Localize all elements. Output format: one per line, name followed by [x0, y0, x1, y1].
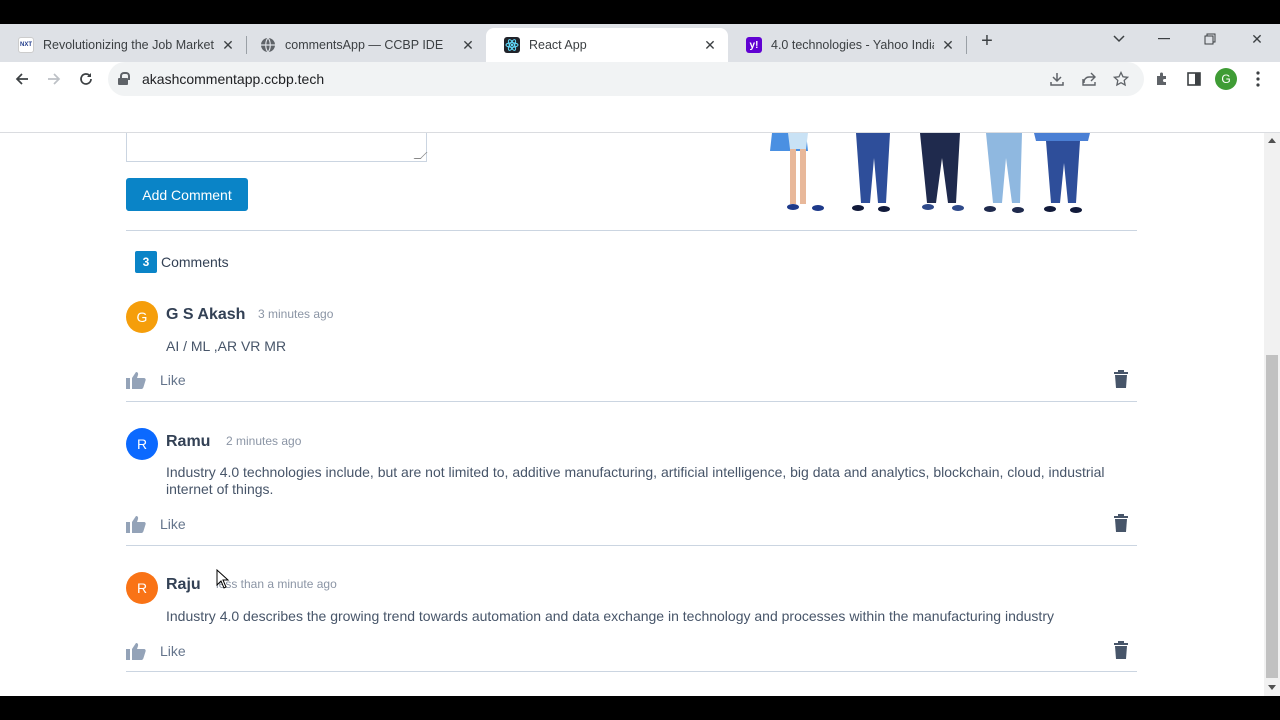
- comment-text: Industry 4.0 technologies include, but a…: [166, 464, 1105, 497]
- scroll-down-arrow-icon[interactable]: [1268, 685, 1276, 690]
- delete-icon[interactable]: [1113, 370, 1129, 388]
- resize-grip-icon[interactable]: [413, 152, 428, 159]
- scrollbar-thumb[interactable]: [1266, 355, 1278, 678]
- tab-search-chevron-icon[interactable]: [1108, 28, 1130, 50]
- comments-label: Comments: [161, 254, 229, 270]
- like-label: Like: [160, 516, 186, 532]
- share-icon[interactable]: [1078, 68, 1100, 90]
- window-close-icon[interactable]: ✕: [1246, 28, 1268, 50]
- globe-icon: [260, 37, 276, 53]
- delete-icon[interactable]: [1113, 641, 1129, 659]
- address-bar[interactable]: akashcommentapp.ccbp.tech: [108, 62, 1144, 96]
- new-tab-button[interactable]: +: [976, 30, 998, 52]
- tab-strip: NXT Revolutionizing the Job Market | ✕ c…: [0, 24, 1280, 62]
- comment-time: less than a minute ago: [216, 577, 337, 591]
- tab-react-app[interactable]: React App ✕: [486, 28, 728, 62]
- close-icon[interactable]: ✕: [940, 37, 956, 53]
- tab-title: React App: [529, 38, 587, 52]
- close-icon[interactable]: ✕: [460, 37, 476, 53]
- vertical-scrollbar[interactable]: [1264, 133, 1280, 696]
- like-label: Like: [160, 643, 186, 659]
- section-divider: [126, 230, 1137, 231]
- like-button[interactable]: Like: [126, 642, 186, 660]
- tab-title: commentsApp — CCBP IDE: [285, 38, 444, 52]
- url-text: akashcommentapp.ccbp.tech: [142, 71, 325, 87]
- comment-avatar: G: [126, 301, 158, 333]
- like-button[interactable]: Like: [126, 371, 186, 389]
- restore-icon[interactable]: [1199, 28, 1221, 50]
- add-comment-button[interactable]: Add Comment: [126, 178, 248, 211]
- like-label: Like: [160, 372, 186, 388]
- scroll-up-arrow-icon[interactable]: [1268, 138, 1276, 143]
- comment-textarea[interactable]: [126, 133, 428, 162]
- minimize-icon[interactable]: [1153, 28, 1175, 50]
- comment-divider: [126, 401, 1137, 402]
- extensions-icon[interactable]: [1150, 67, 1174, 91]
- screen-bottom-bar: [0, 696, 1280, 720]
- react-icon: [504, 37, 520, 53]
- people-illustration: [770, 133, 1090, 213]
- thumbs-up-icon: [126, 516, 146, 533]
- comment-time: 2 minutes ago: [226, 434, 302, 448]
- comment-avatar: R: [126, 572, 158, 604]
- page-viewport: Add Comment 3 Comments G G S Akash 3 min…: [0, 133, 1264, 696]
- tab-title: Revolutionizing the Job Market |: [43, 38, 214, 52]
- forward-arrow-icon[interactable]: [42, 67, 66, 91]
- comments-count-badge: 3: [135, 251, 157, 273]
- thumbs-up-icon: [126, 643, 146, 660]
- tab-comments-app[interactable]: commentsApp — CCBP IDE ✕: [242, 28, 486, 62]
- comment-text: Industry 4.0 describes the growing trend…: [166, 608, 1054, 624]
- comment-author: Ramu: [166, 433, 211, 450]
- delete-icon[interactable]: [1113, 514, 1129, 532]
- side-panel-icon[interactable]: [1182, 67, 1206, 91]
- close-icon[interactable]: ✕: [220, 37, 236, 53]
- thumbs-up-icon: [126, 372, 146, 389]
- comment-divider: [126, 671, 1137, 672]
- mouse-cursor-icon: [216, 569, 230, 589]
- screen-top-bar: [0, 0, 1280, 24]
- star-icon[interactable]: [1110, 68, 1132, 90]
- comment-text: AI / ML ,AR VR MR: [166, 338, 287, 354]
- menu-kebab-icon[interactable]: [1246, 67, 1270, 91]
- nxtwave-icon: NXT: [18, 37, 34, 53]
- back-arrow-icon[interactable]: [10, 67, 34, 91]
- comment-avatar: R: [126, 428, 158, 460]
- install-icon[interactable]: [1046, 68, 1068, 90]
- comment-author: G S Akash: [166, 306, 246, 323]
- tab-separator: [966, 36, 967, 54]
- comment-author: Raju: [166, 576, 201, 593]
- profile-avatar[interactable]: G: [1215, 68, 1237, 90]
- lock-icon[interactable]: [118, 72, 130, 86]
- bookmarks-area: [0, 96, 1280, 133]
- close-icon[interactable]: ✕: [702, 37, 718, 53]
- tab-yahoo[interactable]: y! 4.0 technologies - Yahoo India Se ✕: [728, 28, 966, 62]
- yahoo-icon: y!: [746, 37, 762, 53]
- comment-divider: [126, 545, 1137, 546]
- tab-title: 4.0 technologies - Yahoo India Se: [771, 38, 934, 52]
- comment-time: 3 minutes ago: [258, 307, 334, 321]
- tab-job-market[interactable]: NXT Revolutionizing the Job Market | ✕: [0, 28, 246, 62]
- like-button[interactable]: Like: [126, 515, 186, 533]
- reload-icon[interactable]: [74, 67, 98, 91]
